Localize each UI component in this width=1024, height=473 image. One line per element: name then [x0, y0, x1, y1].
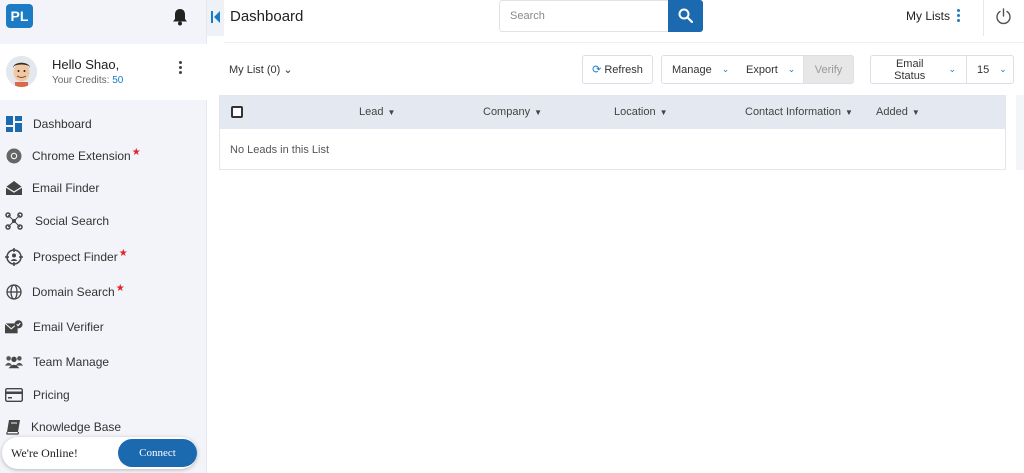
sidebar-item-label: Team Manage [33, 355, 110, 369]
column-header-location[interactable]: Location ▼ [614, 106, 668, 118]
page-size-select[interactable]: 15 ⌄ [966, 55, 1014, 84]
search-input[interactable] [499, 0, 669, 32]
verify-button[interactable]: Verify [803, 55, 854, 84]
app-logo[interactable]: PL [6, 4, 33, 28]
export-label: Export [746, 63, 778, 76]
sidebar-item-email-verifier[interactable]: Email Verifier [0, 311, 207, 343]
chat-widget: We're Online! Connect [2, 437, 197, 469]
sidebar-item-label: Pricing [33, 388, 70, 402]
user-greeting: Hello Shao, [52, 57, 120, 72]
sidebar-item-label: Prospect Finder★ [33, 248, 128, 264]
search-button[interactable] [668, 0, 703, 32]
column-header-label: Company [483, 106, 531, 118]
sidebar-item-domain-search[interactable]: Domain Search★ [0, 276, 207, 308]
new-star-icon: ★ [115, 283, 125, 294]
sidebar-item-pricing[interactable]: Pricing [0, 379, 207, 411]
chrome-icon [5, 147, 23, 165]
email-status-dropdown[interactable]: Email Status ⌄ [870, 55, 967, 84]
column-header-lead[interactable]: Lead ▼ [359, 106, 395, 118]
book-icon [5, 418, 23, 436]
manage-label: Manage [672, 63, 712, 76]
sidebar-item-email-finder[interactable]: Email Finder [0, 172, 207, 204]
export-dropdown[interactable]: Export ⌄ [736, 55, 804, 84]
credits-label: Your Credits: 50 [52, 75, 123, 86]
column-header-label: Location [614, 106, 656, 118]
refresh-label: Refresh [604, 63, 643, 76]
new-star-icon: ★ [131, 147, 141, 158]
select-all-checkbox[interactable] [231, 106, 243, 118]
collapse-arrow-icon [211, 11, 220, 23]
page-size-value: 15 [977, 63, 990, 76]
sort-caret-icon: ▼ [387, 108, 396, 117]
dashboard-grid-icon [5, 115, 23, 133]
envelope-open-icon [5, 179, 23, 197]
list-select-dropdown[interactable]: My List (0) ⌄ [229, 63, 293, 76]
my-lists-link[interactable]: My Lists [906, 9, 950, 23]
sort-caret-icon: ▼ [911, 108, 920, 117]
manage-dropdown[interactable]: Manage ⌄ [661, 55, 737, 84]
empty-table-message: No Leads in this List [230, 144, 330, 156]
chevron-down-icon: ⌄ [283, 64, 293, 76]
column-header-company[interactable]: Company ▼ [483, 106, 542, 118]
sidebar-item-team-manage[interactable]: Team Manage [0, 346, 207, 378]
leads-table: Lead ▼ Company ▼ Location ▼ Contact Informa… [219, 95, 1006, 170]
list-select-label: My List (0) [229, 64, 281, 76]
email-status-label: Email Status [894, 57, 926, 82]
sidebar-item-label: Dashboard [33, 117, 92, 131]
bell-icon[interactable] [172, 8, 188, 26]
chevron-down-icon: ⌄ [721, 64, 730, 74]
header-divider [983, 0, 984, 36]
sidebar-collapse-button[interactable] [207, 0, 224, 36]
sort-caret-icon: ▼ [534, 108, 542, 117]
sidebar-item-label: Email Verifier [33, 320, 104, 334]
search-icon [678, 8, 693, 23]
sidebar: PL Hello Shao, Your Credits: 50 Dashboar… [0, 0, 207, 473]
refresh-icon: ⟳ [592, 64, 602, 76]
globe-icon [5, 283, 23, 301]
user-menu-icon[interactable] [176, 61, 184, 79]
power-icon[interactable] [995, 8, 1012, 28]
sidebar-item-label: Chrome Extension★ [32, 147, 141, 163]
credits-label-text: Your Credits: [52, 75, 110, 86]
new-star-icon: ★ [118, 248, 128, 259]
column-header-label: Lead [359, 106, 384, 118]
sidebar-item-chrome-extension[interactable]: Chrome Extension★ [0, 140, 207, 172]
chevron-down-icon: ⌄ [999, 64, 1007, 74]
sidebar-item-label: Domain Search★ [32, 283, 125, 299]
chat-connect-button[interactable]: Connect [118, 439, 197, 467]
sidebar-item-social-search[interactable]: Social Search [0, 205, 207, 237]
credits-value: 50 [112, 75, 124, 86]
table-header: Lead ▼ Company ▼ Location ▼ Contact Informa… [220, 96, 1005, 129]
sidebar-item-label: Knowledge Base [31, 420, 122, 434]
sidebar-item-label: Email Finder [32, 181, 100, 195]
chevron-down-icon: ⌄ [787, 64, 796, 74]
sidebar-item-prospect-finder[interactable]: Prospect Finder★ [0, 241, 207, 273]
chat-status-text: We're Online! [11, 446, 78, 460]
network-nodes-icon [5, 212, 23, 230]
sort-caret-icon: ▼ [845, 108, 853, 117]
refresh-button[interactable]: ⟳ Refresh [582, 55, 653, 84]
column-header-label: Contact Information [745, 106, 841, 118]
chevron-down-icon: ⌄ [948, 64, 956, 74]
my-lists-menu-icon[interactable] [955, 9, 961, 25]
header-divider-line [224, 42, 1024, 43]
column-header-contact-information[interactable]: Contact Information ▼ [745, 106, 853, 118]
target-person-icon [5, 248, 23, 266]
user-card: Hello Shao, Your Credits: 50 [0, 44, 207, 100]
column-header-label: Added [876, 106, 908, 118]
scrollbar-track[interactable] [1016, 95, 1024, 170]
sort-caret-icon: ▼ [659, 108, 668, 117]
sidebar-item-label: Social Search [35, 214, 110, 228]
credit-card-icon [5, 386, 23, 404]
sidebar-item-label-text: Domain Search [32, 285, 115, 299]
sidebar-item-label-text: Chrome Extension [32, 149, 131, 163]
envelope-check-icon [5, 318, 23, 336]
users-icon [5, 353, 23, 371]
sidebar-item-dashboard[interactable]: Dashboard [0, 108, 207, 140]
avatar[interactable] [6, 56, 37, 87]
column-header-added[interactable]: Added ▼ [876, 106, 920, 118]
sidebar-item-label-text: Prospect Finder [33, 250, 118, 264]
page-title: Dashboard [230, 8, 304, 25]
